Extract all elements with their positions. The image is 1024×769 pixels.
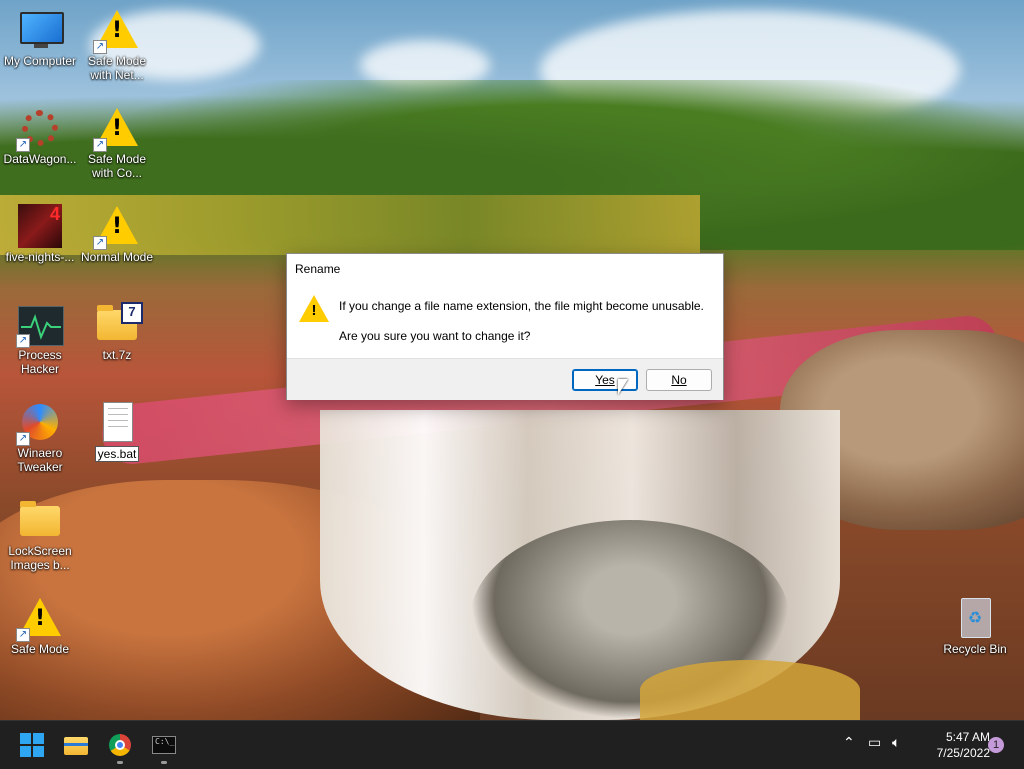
chrome-icon[interactable] [104,729,136,761]
terminal-icon[interactable]: C:\_ [148,729,180,761]
desktop-icon-safe-mode-command[interactable]: ! ↗ Safe Mode with Co... [77,106,157,180]
shortcut-arrow-icon: ↗ [16,432,30,446]
monitor-icon [20,12,64,44]
desktop-icon-process-hacker[interactable]: ↗ Process Hacker [0,302,80,376]
desktop-icon-my-computer[interactable]: My Computer [0,8,80,68]
desktop-icon-winaero-tweaker[interactable]: ↗ Winaero Tweaker [0,400,80,474]
dialog-footer: Yes No [287,358,723,400]
shortcut-arrow-icon: ↗ [16,628,30,642]
mouse-cursor-icon [618,379,628,395]
file-explorer-icon[interactable] [60,729,92,761]
clock-date[interactable]: 7/25/2022 [918,746,990,760]
desktop-icon-label: Winaero Tweaker [17,446,63,474]
desktop-icon-label: Safe Mode [10,642,70,656]
desktop-icon-label: DataWagon... [3,152,77,166]
batch-file-icon [103,402,133,442]
desktop-icon-label: My Computer [3,54,77,68]
dialog-title: Rename [295,262,341,276]
desktop-icon-label: Safe Mode with Co... [87,152,147,180]
clock-time[interactable]: 5:47 AM [924,730,990,744]
desktop-icon-normal-mode[interactable]: ! ↗ Normal Mode [77,204,157,264]
shortcut-arrow-icon: ↗ [16,138,30,152]
running-indicator [161,761,167,764]
desktop-icon-label: Process Hacker [18,348,62,376]
no-button[interactable]: No [646,369,712,391]
desktop-icon-five-nights[interactable]: 4 five-nights-... [0,204,80,264]
no-button-label: No [671,373,687,387]
desktop-icon-recycle-bin[interactable]: ♻ Recycle Bin [935,596,1015,656]
yes-button[interactable]: Yes [572,369,638,391]
dialog-question: Are you sure you want to change it? [339,329,531,343]
taskbar: C:\_ ⌃ ▭ 🔈︎ 5:47 AM 7/25/2022 1 [0,720,1024,769]
desktop-icon-label: LockScreen Images b... [8,544,72,572]
warning-icon: ! [299,294,329,324]
desktop-icon-safe-mode-networking[interactable]: ! ↗ Safe Mode with Net... [77,8,157,82]
shortcut-arrow-icon: ↗ [93,40,107,54]
network-icon[interactable]: ▭ [868,735,881,751]
desktop-icon-yes-bat[interactable]: yes.bat [77,400,157,462]
notification-badge[interactable]: 1 [988,737,1004,753]
desktop-icon-txt-7z[interactable]: 7 txt.7z [77,302,157,362]
rename-dialog: Rename ! If you change a file name exten… [286,253,724,400]
desktop-icon-label: Normal Mode [80,250,154,264]
desktop-icon-safe-mode[interactable]: ! ↗ Safe Mode [0,596,80,656]
folder-icon [20,501,60,536]
desktop-icon-label: Safe Mode with Net... [87,54,147,82]
shortcut-arrow-icon: ↗ [93,138,107,152]
desktop-icon-label: five-nights-... [5,250,75,264]
game-icon: 4 [18,204,62,248]
chevron-up-icon[interactable]: ⌃ [843,735,855,751]
desktop-icon-label: txt.7z [102,348,132,362]
dialog-body: ! If you change a file name extension, t… [287,284,723,358]
shortcut-arrow-icon: ↗ [93,236,107,250]
start-icon[interactable] [16,729,48,761]
yes-button-label: Yes [595,373,615,387]
dialog-message: If you change a file name extension, the… [339,299,704,313]
volume-icon[interactable]: 🔈︎ [892,735,900,751]
desktop-icon-label: Recycle Bin [943,642,1007,656]
desktop-icon-datawagon[interactable]: ↗ DataWagon... [0,106,80,166]
shortcut-arrow-icon: ↗ [16,334,30,348]
running-indicator [117,761,123,764]
desktop-icon-label-selected[interactable]: yes.bat [94,446,140,462]
desktop-icon-lockscreen-images[interactable]: LockScreen Images b... [0,498,80,572]
